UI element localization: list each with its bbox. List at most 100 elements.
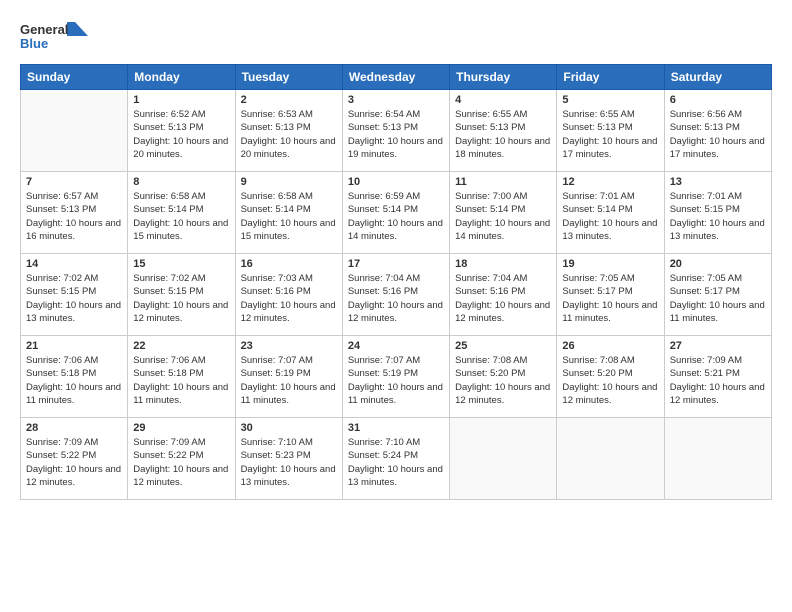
day-info: Sunrise: 7:01 AMSunset: 5:15 PMDaylight:… [670,190,766,243]
day-number: 14 [26,258,122,270]
calendar-cell: 21 Sunrise: 7:06 AMSunset: 5:18 PMDayligh… [21,336,128,418]
calendar: SundayMondayTuesdayWednesdayThursdayFrid… [20,64,772,500]
page: GeneralBlue SundayMondayTuesdayWednesday… [0,0,792,612]
svg-text:Blue: Blue [20,36,48,51]
day-number: 7 [26,176,122,188]
calendar-cell: 6 Sunrise: 6:56 AMSunset: 5:13 PMDaylight… [664,90,771,172]
calendar-cell [21,90,128,172]
day-info: Sunrise: 7:09 AMSunset: 5:22 PMDaylight:… [133,436,229,489]
weekday-header-monday: Monday [128,65,235,90]
day-info: Sunrise: 7:10 AMSunset: 5:24 PMDaylight:… [348,436,444,489]
day-number: 27 [670,340,766,352]
day-info: Sunrise: 6:57 AMSunset: 5:13 PMDaylight:… [26,190,122,243]
day-number: 9 [241,176,337,188]
day-info: Sunrise: 6:53 AMSunset: 5:13 PMDaylight:… [241,108,337,161]
day-number: 12 [562,176,658,188]
calendar-cell [450,418,557,500]
weekday-header-thursday: Thursday [450,65,557,90]
calendar-week-4: 28 Sunrise: 7:09 AMSunset: 5:22 PMDayligh… [21,418,772,500]
calendar-cell: 4Sunrise: 6:55 AMSunset: 5:13 PMDaylight… [450,90,557,172]
svg-text:General: General [20,22,68,37]
calendar-cell: 23 Sunrise: 7:07 AMSunset: 5:19 PMDayligh… [235,336,342,418]
calendar-cell: 16 Sunrise: 7:03 AMSunset: 5:16 PMDayligh… [235,254,342,336]
day-number: 19 [562,258,658,270]
day-number: 30 [241,422,337,434]
day-info: Sunrise: 7:10 AMSunset: 5:23 PMDaylight:… [241,436,337,489]
logo-svg: GeneralBlue [20,18,90,54]
calendar-week-2: 14 Sunrise: 7:02 AMSunset: 5:15 PMDayligh… [21,254,772,336]
calendar-cell: 13 Sunrise: 7:01 AMSunset: 5:15 PMDayligh… [664,172,771,254]
calendar-cell: 8Sunrise: 6:58 AMSunset: 5:14 PMDaylight… [128,172,235,254]
weekday-header-wednesday: Wednesday [342,65,449,90]
calendar-cell [557,418,664,500]
calendar-cell: 25Sunrise: 7:08 AMSunset: 5:20 PMDayligh… [450,336,557,418]
day-number: 6 [670,94,766,106]
day-info: Sunrise: 6:56 AMSunset: 5:13 PMDaylight:… [670,108,766,161]
calendar-cell: 20Sunrise: 7:05 AMSunset: 5:17 PMDayligh… [664,254,771,336]
day-number: 16 [241,258,337,270]
day-number: 11 [455,176,551,188]
day-info: Sunrise: 7:08 AMSunset: 5:20 PMDaylight:… [455,354,551,407]
day-info: Sunrise: 7:04 AMSunset: 5:16 PMDaylight:… [348,272,444,325]
day-info: Sunrise: 7:09 AMSunset: 5:22 PMDaylight:… [26,436,122,489]
day-number: 1 [133,94,229,106]
day-info: Sunrise: 7:08 AMSunset: 5:20 PMDaylight:… [562,354,658,407]
day-info: Sunrise: 7:02 AMSunset: 5:15 PMDaylight:… [133,272,229,325]
day-number: 29 [133,422,229,434]
calendar-cell: 7 Sunrise: 6:57 AMSunset: 5:13 PMDaylight… [21,172,128,254]
calendar-cell: 27 Sunrise: 7:09 AMSunset: 5:21 PMDayligh… [664,336,771,418]
calendar-cell: 9 Sunrise: 6:58 AMSunset: 5:14 PMDaylight… [235,172,342,254]
day-number: 10 [348,176,444,188]
calendar-cell: 26 Sunrise: 7:08 AMSunset: 5:20 PMDayligh… [557,336,664,418]
day-number: 21 [26,340,122,352]
day-number: 13 [670,176,766,188]
day-info: Sunrise: 7:09 AMSunset: 5:21 PMDaylight:… [670,354,766,407]
day-info: Sunrise: 7:06 AMSunset: 5:18 PMDaylight:… [26,354,122,407]
calendar-cell: 1 Sunrise: 6:52 AMSunset: 5:13 PMDaylight… [128,90,235,172]
calendar-cell: 3 Sunrise: 6:54 AMSunset: 5:13 PMDaylight… [342,90,449,172]
day-info: Sunrise: 7:06 AMSunset: 5:18 PMDaylight:… [133,354,229,407]
calendar-week-1: 7 Sunrise: 6:57 AMSunset: 5:13 PMDaylight… [21,172,772,254]
calendar-cell: 29 Sunrise: 7:09 AMSunset: 5:22 PMDayligh… [128,418,235,500]
day-number: 23 [241,340,337,352]
calendar-cell: 5 Sunrise: 6:55 AMSunset: 5:13 PMDaylight… [557,90,664,172]
day-info: Sunrise: 6:55 AMSunset: 5:13 PMDaylight:… [455,108,551,161]
day-number: 15 [133,258,229,270]
weekday-header-sunday: Sunday [21,65,128,90]
calendar-cell: 24Sunrise: 7:07 AMSunset: 5:19 PMDayligh… [342,336,449,418]
calendar-week-0: 1 Sunrise: 6:52 AMSunset: 5:13 PMDaylight… [21,90,772,172]
day-number: 17 [348,258,444,270]
weekday-header-saturday: Saturday [664,65,771,90]
day-info: Sunrise: 6:59 AMSunset: 5:14 PMDaylight:… [348,190,444,243]
day-number: 28 [26,422,122,434]
calendar-cell: 18Sunrise: 7:04 AMSunset: 5:16 PMDayligh… [450,254,557,336]
day-info: Sunrise: 7:00 AMSunset: 5:14 PMDaylight:… [455,190,551,243]
calendar-cell: 14Sunrise: 7:02 AMSunset: 5:15 PMDayligh… [21,254,128,336]
calendar-cell: 28 Sunrise: 7:09 AMSunset: 5:22 PMDayligh… [21,418,128,500]
calendar-cell: 17 Sunrise: 7:04 AMSunset: 5:16 PMDayligh… [342,254,449,336]
day-info: Sunrise: 6:58 AMSunset: 5:14 PMDaylight:… [133,190,229,243]
day-info: Sunrise: 6:52 AMSunset: 5:13 PMDaylight:… [133,108,229,161]
calendar-cell: 19Sunrise: 7:05 AMSunset: 5:17 PMDayligh… [557,254,664,336]
calendar-cell: 2Sunrise: 6:53 AMSunset: 5:13 PMDaylight… [235,90,342,172]
logo: GeneralBlue [20,18,90,54]
day-number: 22 [133,340,229,352]
day-info: Sunrise: 7:07 AMSunset: 5:19 PMDaylight:… [241,354,337,407]
day-number: 26 [562,340,658,352]
calendar-cell [664,418,771,500]
weekday-header-row: SundayMondayTuesdayWednesdayThursdayFrid… [21,65,772,90]
day-info: Sunrise: 7:07 AMSunset: 5:19 PMDaylight:… [348,354,444,407]
day-number: 3 [348,94,444,106]
day-info: Sunrise: 7:03 AMSunset: 5:16 PMDaylight:… [241,272,337,325]
day-info: Sunrise: 7:04 AMSunset: 5:16 PMDaylight:… [455,272,551,325]
day-number: 31 [348,422,444,434]
day-info: Sunrise: 6:55 AMSunset: 5:13 PMDaylight:… [562,108,658,161]
day-info: Sunrise: 6:58 AMSunset: 5:14 PMDaylight:… [241,190,337,243]
day-number: 5 [562,94,658,106]
calendar-cell: 22 Sunrise: 7:06 AMSunset: 5:18 PMDayligh… [128,336,235,418]
day-info: Sunrise: 6:54 AMSunset: 5:13 PMDaylight:… [348,108,444,161]
calendar-cell: 10 Sunrise: 6:59 AMSunset: 5:14 PMDayligh… [342,172,449,254]
calendar-cell: 30 Sunrise: 7:10 AMSunset: 5:23 PMDayligh… [235,418,342,500]
calendar-cell: 11 Sunrise: 7:00 AMSunset: 5:14 PMDayligh… [450,172,557,254]
calendar-cell: 12Sunrise: 7:01 AMSunset: 5:14 PMDayligh… [557,172,664,254]
